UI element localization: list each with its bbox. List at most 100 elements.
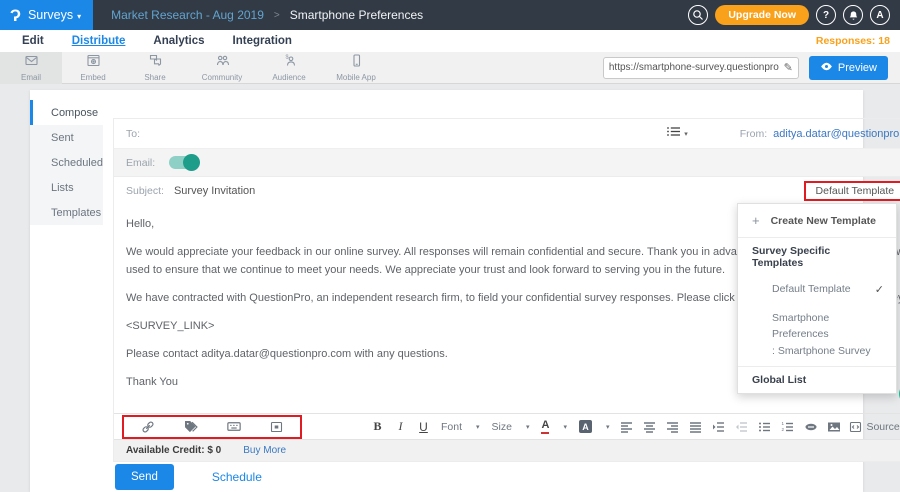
channel-community[interactable]: Community [186,52,258,84]
svg-text:1: 1 [782,421,785,426]
template-selected-value: Default Template [806,183,900,199]
share-bubbles-icon [148,54,163,72]
from-label: From: [740,128,767,140]
italic-button[interactable]: I [393,419,408,434]
send-button[interactable]: Send [115,464,174,490]
align-left-icon[interactable] [619,421,634,433]
section-global-list: Global List [738,367,896,393]
font-dropdown[interactable]: Font▾ [441,421,480,433]
channel-label: Audience [272,73,305,82]
text-color-dropdown[interactable]: A▾ [541,419,566,433]
tab-edit[interactable]: Edit [22,35,44,47]
section-survey-templates: Survey Specific Templates [738,238,896,276]
insert-image-icon[interactable] [826,421,841,433]
channel-label: Email [21,73,41,82]
email-toggle[interactable] [169,156,199,169]
sidebar-item-compose[interactable]: Compose [30,100,103,125]
sidebar-item-templates[interactable]: Templates [30,200,103,225]
breadcrumb: Market Research - Aug 2019 > Smartphone … [111,8,423,22]
preview-button[interactable]: Preview [809,56,888,80]
option-smartphone-template[interactable]: Smartphone Preferences: Smartphone Surve… [738,303,896,366]
channel-audience[interactable]: $ Audience [258,52,320,84]
numbered-list-icon[interactable]: 12 [780,421,795,433]
chevron-down-icon: ▾ [684,130,688,138]
chevron-down-icon: ▾ [526,423,530,431]
template-dropdown-menu: + Create New Template Survey Specific Te… [737,203,897,394]
channel-share[interactable]: Share [124,52,186,84]
help-button[interactable]: ? [816,5,836,25]
channel-email[interactable]: Email [0,52,62,84]
source-button[interactable]: Source [849,421,899,433]
bold-button[interactable]: B [370,419,385,434]
community-people-icon [215,54,230,72]
insert-link-icon[interactable] [140,420,155,434]
align-center-icon[interactable] [642,421,657,433]
eye-icon [820,62,833,74]
survey-nav: Edit Distribute Analytics Integration Re… [0,30,900,52]
survey-url-input[interactable] [609,62,784,73]
chevron-down-icon: ▾ [476,423,480,431]
list-icon [666,125,681,143]
bulleted-list-icon[interactable] [757,421,772,433]
schedule-link[interactable]: Schedule [212,470,262,484]
top-header: Ɂ Surveys▾ Market Research - Aug 2019 > … [0,0,900,30]
mobile-phone-icon [349,54,364,72]
product-label: Surveys [28,8,73,22]
sidebar-item-scheduled[interactable]: Scheduled [30,150,103,175]
channel-label: Community [202,73,242,82]
subject-label: Subject: [126,185,164,197]
to-row: To: ▾ From: aditya.datar@questionpro.co.… [114,119,900,149]
sidebar-item-sent[interactable]: Sent [30,125,103,150]
notifications-bell-icon[interactable] [843,5,863,25]
option-default-template[interactable]: Default Template ✓ [738,276,896,303]
surveys-menu[interactable]: Ɂ Surveys▾ [0,0,93,30]
svg-text:$: $ [285,54,288,60]
buy-more-link[interactable]: Buy More [243,445,286,456]
create-new-template-item[interactable]: + Create New Template [738,204,896,237]
size-dropdown[interactable]: Size▾ [492,421,530,433]
tab-analytics[interactable]: Analytics [153,35,204,47]
audience-dollar-icon: $ [282,54,297,72]
email-toggle-row: Email: [114,149,900,177]
editor-toolbar: B I U Font▾ Size▾ A▾ A▾ 12 Source Tx [114,413,900,439]
envelope-icon [24,54,39,72]
align-right-icon[interactable] [665,421,680,433]
avatar[interactable]: A [870,5,890,25]
email-label: Email: [126,157,155,169]
plus-icon: + [752,213,760,228]
available-credit-label: Available Credit: $ 0 [126,445,221,456]
from-email-value[interactable]: aditya.datar@questionpro.co... [773,128,900,140]
align-justify-icon[interactable] [688,421,703,433]
breadcrumb-current: Smartphone Preferences [290,8,423,22]
underline-button[interactable]: U [416,420,431,434]
hyperlink-oval-icon[interactable] [803,422,818,432]
template-select[interactable]: Default Template ▾ [804,181,900,201]
responses-count[interactable]: Responses: 18 [816,35,890,47]
breadcrumb-parent[interactable]: Market Research - Aug 2019 [111,8,264,22]
edit-pencil-icon[interactable]: ✎ [784,61,793,74]
chevron-down-icon: ▾ [606,423,610,431]
outdent-icon[interactable] [734,421,749,433]
channel-label: Share [144,73,165,82]
credit-row: Available Credit: $ 0 Buy More [114,439,900,461]
subject-row: Subject: Survey Invitation Default Templ… [114,177,900,204]
channel-label: Embed [80,73,105,82]
channel-embed[interactable]: Embed [62,52,124,84]
placeholder-box-icon[interactable] [269,421,284,433]
chevron-down-icon: ▾ [77,12,81,21]
sidebar-item-lists[interactable]: Lists [30,175,103,200]
tab-integration[interactable]: Integration [233,35,292,47]
contact-list-picker[interactable]: ▾ [666,125,688,143]
embed-keyboard-icon[interactable] [226,421,241,432]
indent-icon[interactable] [711,421,726,433]
search-icon[interactable] [688,5,708,25]
subject-value[interactable]: Survey Invitation [174,185,255,197]
tab-distribute[interactable]: Distribute [72,35,126,47]
to-label: To: [126,128,140,140]
channel-mobile-app[interactable]: Mobile App [320,52,392,84]
bg-color-dropdown[interactable]: A▾ [579,420,610,433]
upgrade-now-button[interactable]: Upgrade Now [715,5,809,25]
preview-label: Preview [838,62,877,74]
merge-tags-icon[interactable] [183,420,198,434]
chevron-down-icon: ▾ [563,423,567,431]
